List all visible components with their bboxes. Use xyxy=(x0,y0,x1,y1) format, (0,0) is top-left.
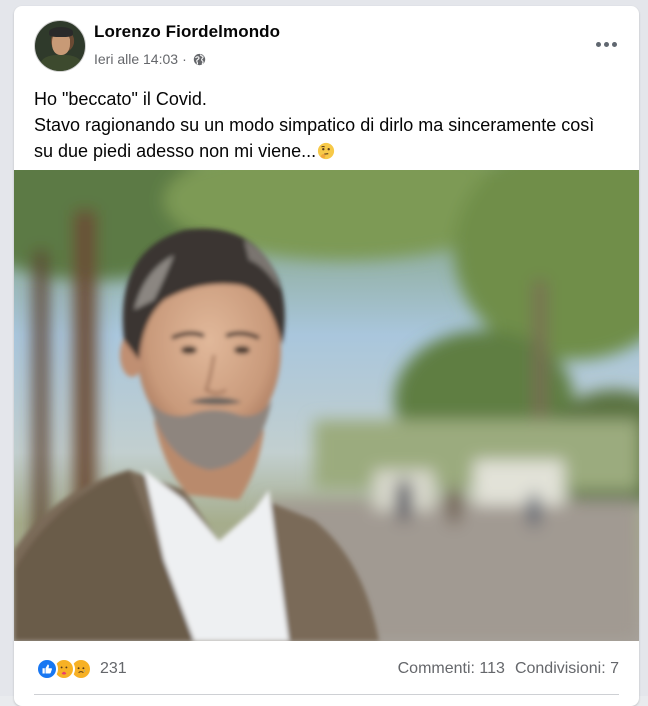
post-header: Lorenzo Fiordelmondo Ieri alle 14:03 · xyxy=(14,6,639,76)
more-options-icon[interactable] xyxy=(593,34,619,54)
post-card: Lorenzo Fiordelmondo Ieri alle 14:03 · H… xyxy=(14,6,639,706)
post-text-line: Ho "beccato" il Covid. xyxy=(34,89,207,109)
engagement-counts: Commenti: 113 Condivisioni: 7 xyxy=(398,660,619,678)
shares-count[interactable]: Condivisioni: 7 xyxy=(515,660,619,678)
post-text-line-content: su due piedi adesso non mi viene... xyxy=(34,141,317,161)
globe-icon[interactable] xyxy=(193,53,206,66)
post-meta: Ieri alle 14:03 · xyxy=(94,51,206,67)
post-stats: 231 Commenti: 113 Condivisioni: 7 xyxy=(14,646,639,692)
post-text: Ho "beccato" il Covid. Stavo ragionando … xyxy=(34,86,624,164)
like-icon xyxy=(36,658,58,680)
post-text-line: Stavo ragionando su un modo simpatico di… xyxy=(34,115,595,135)
post-timestamp[interactable]: Ieri alle 14:03 xyxy=(94,51,178,67)
comments-count[interactable]: Commenti: 113 xyxy=(398,660,505,678)
thinking-face-emoji xyxy=(317,141,335,160)
meta-separator: · xyxy=(182,51,187,67)
author-avatar[interactable] xyxy=(34,20,86,72)
stats-divider xyxy=(34,694,619,695)
author-name[interactable]: Lorenzo Fiordelmondo xyxy=(94,22,280,42)
reaction-count: 231 xyxy=(100,660,127,677)
reactions-summary[interactable]: 231 xyxy=(36,658,127,680)
post-photo[interactable] xyxy=(14,170,639,641)
post-text-line: su due piedi adesso non mi viene... xyxy=(34,138,624,164)
